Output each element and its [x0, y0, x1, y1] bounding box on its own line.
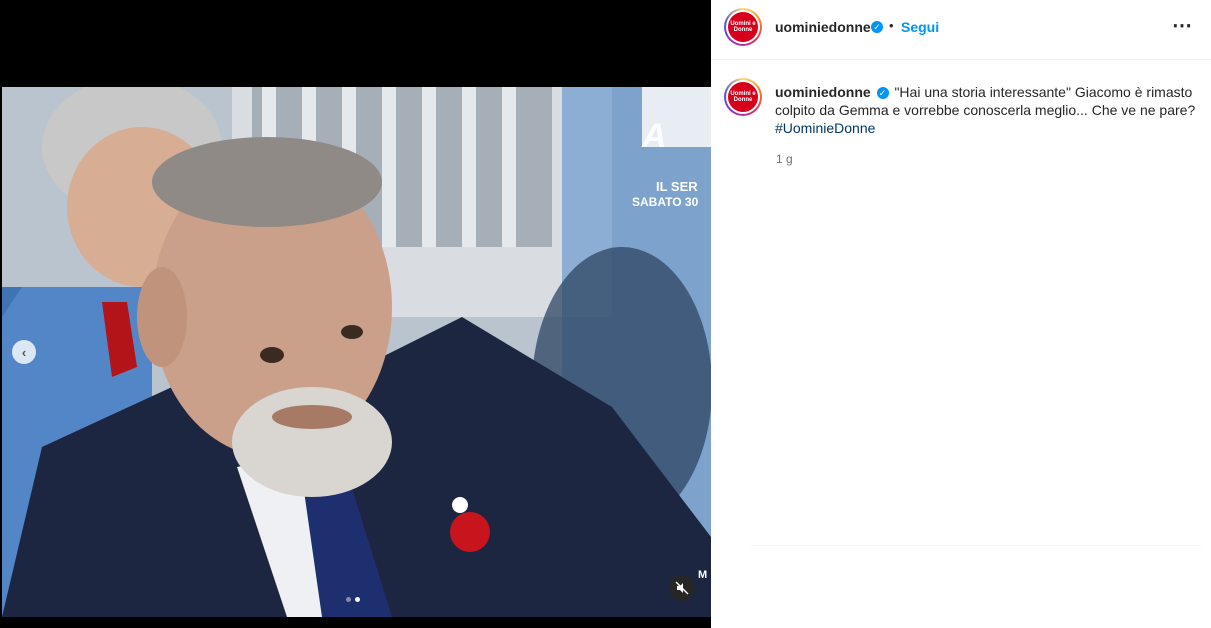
chevron-left-icon: ‹	[21, 344, 27, 360]
post-timestamp: 1 g	[776, 152, 793, 166]
carousel-indicator	[346, 597, 360, 602]
separator-dot: •	[889, 18, 894, 33]
verified-badge-icon: ✓	[876, 87, 889, 100]
caption-username[interactable]: uominiedonne	[775, 84, 871, 100]
brand-logo: Uomini e Donne	[728, 12, 758, 42]
verified-badge-icon: ✓	[871, 21, 883, 33]
mute-button[interactable]	[669, 575, 695, 601]
follow-button[interactable]: Segui	[901, 19, 939, 35]
carousel-dot	[346, 597, 351, 602]
caption-avatar[interactable]: Uomini e Donne	[724, 78, 762, 116]
post-photo: A IL SER SABATO 30 M	[2, 87, 711, 617]
overlay-text-2: SABATO 30	[632, 195, 699, 209]
caption-text: uominiedonne ✓ "Hai una storia interessa…	[775, 83, 1200, 137]
post-media-area: A IL SER SABATO 30 M ‹	[0, 0, 711, 628]
account-username[interactable]: uominiedonne	[775, 19, 871, 35]
overlay-text-corner: M	[698, 569, 708, 581]
photo-illustration: A	[2, 87, 711, 617]
overlay-text-1: IL SER	[656, 179, 698, 194]
svg-text:A: A	[641, 117, 667, 155]
divider	[751, 545, 1201, 546]
hashtag-link[interactable]: #UominieDonne	[775, 120, 875, 136]
carousel-prev-button[interactable]: ‹	[12, 340, 36, 364]
more-options-icon[interactable]: ⋯	[1172, 13, 1192, 38]
post-side-panel: Uomini e Donne uominiedonne ✓ • Segui ⋯ …	[711, 0, 1211, 628]
post-header: Uomini e Donne uominiedonne ✓ • Segui ⋯	[711, 0, 1211, 60]
speaker-muted-icon	[675, 581, 689, 595]
account-avatar[interactable]: Uomini e Donne	[724, 8, 762, 46]
carousel-dot-active	[355, 597, 360, 602]
brand-logo-small: Uomini e Donne	[728, 82, 758, 112]
